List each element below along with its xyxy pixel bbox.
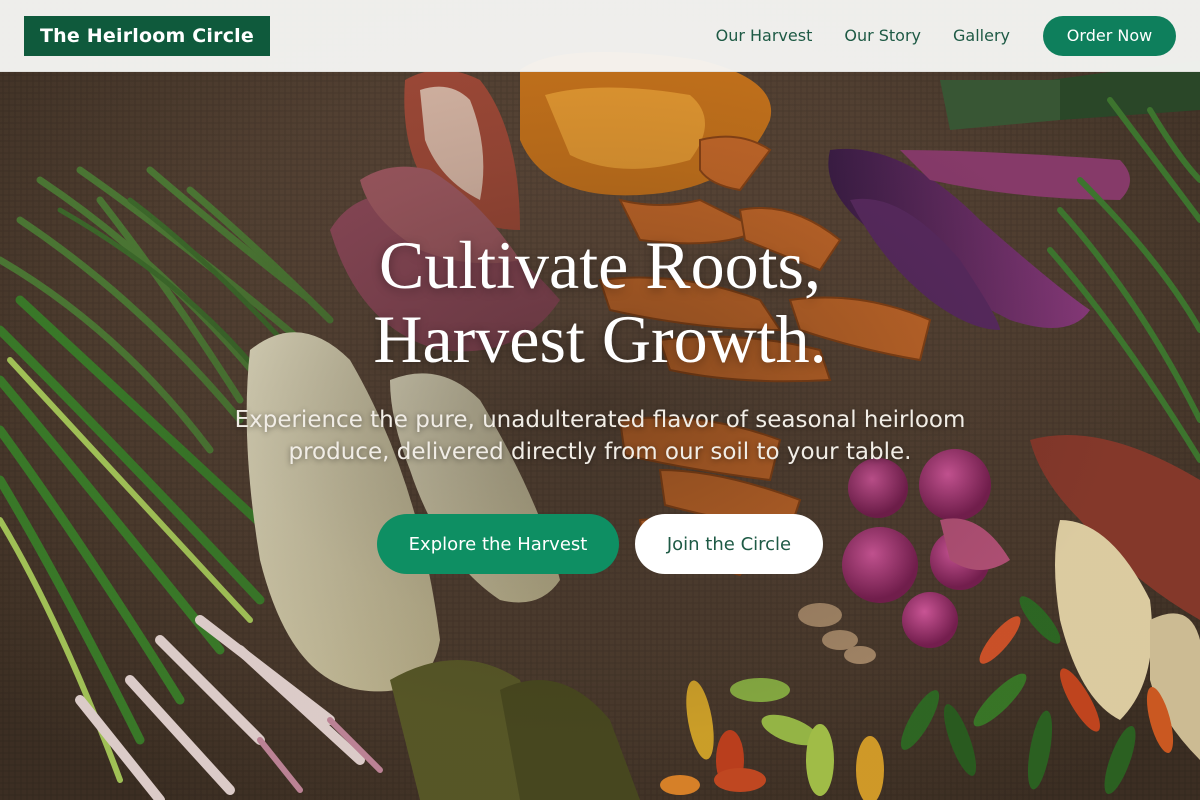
explore-harvest-button[interactable]: Explore the Harvest [377,514,619,574]
hero-content: Cultivate Roots, Harvest Growth. Experie… [0,228,1200,574]
hero-headline-line-1: Cultivate Roots, [379,227,821,303]
order-now-button[interactable]: Order Now [1043,15,1176,56]
nav-link-our-harvest[interactable]: Our Harvest [716,26,813,45]
hero-subtitle-line-1: Experience the pure, unadulterated flavo… [234,407,966,433]
nav-links: Our Harvest Our Story Gallery Order Now [716,15,1176,56]
hero-subtitle-line-2: produce, delivered directly from our soi… [288,439,912,465]
nav-link-gallery[interactable]: Gallery [953,26,1010,45]
top-navigation: The Heirloom Circle Our Harvest Our Stor… [0,0,1200,72]
hero-headline-line-2: Harvest Growth. [373,301,827,377]
hero-headline: Cultivate Roots, Harvest Growth. [0,228,1200,376]
hero-subtitle: Experience the pure, unadulterated flavo… [200,404,1000,468]
nav-link-our-story[interactable]: Our Story [844,26,921,45]
brand-logo[interactable]: The Heirloom Circle [24,15,270,56]
join-circle-button[interactable]: Join the Circle [635,514,823,574]
hero-cta-row: Explore the Harvest Join the Circle [0,514,1200,574]
